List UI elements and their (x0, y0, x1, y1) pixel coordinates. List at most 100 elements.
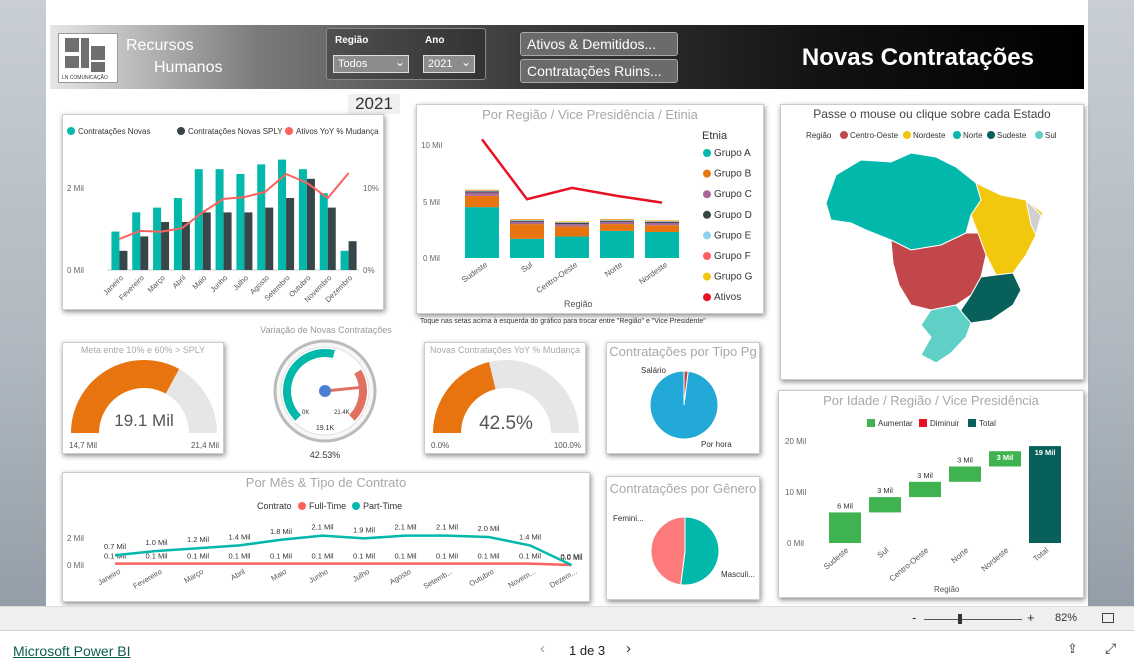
bar-segment-grupo-e[interactable] (465, 190, 499, 192)
bar-contratacoes-novas[interactable] (340, 250, 349, 270)
pie-slice-por-hora[interactable] (649, 370, 719, 440)
bar-segment-grupo-e[interactable] (555, 222, 589, 223)
bar-segment-grupo-d[interactable] (600, 220, 634, 222)
bar-contratacoes-sply[interactable] (202, 212, 211, 270)
bar-segment-grupo-d[interactable] (510, 220, 544, 222)
bar-segment-grupo-d[interactable] (465, 191, 499, 193)
bar-segment-grupo-a[interactable] (465, 207, 499, 258)
bar-contratacoes-sply[interactable] (161, 222, 170, 270)
bar-contratacoes-novas[interactable] (215, 169, 224, 270)
zoom-in-button[interactable]: + (1027, 610, 1035, 625)
region-norte[interactable] (825, 152, 982, 251)
dial-gauge[interactable]: 0K 21.4K 19.1K 42.53% (272, 338, 378, 464)
region-sul[interactable] (920, 304, 972, 364)
bar-segment-grupo-c[interactable] (600, 221, 634, 225)
bar-segment-grupo-a[interactable] (510, 238, 544, 258)
ativos-demitidos-button[interactable]: Ativos & Demitidos... (520, 32, 678, 56)
bar-segment-grupo-c[interactable] (510, 221, 544, 225)
contratacoes-ruins-button[interactable]: Contratações Ruins... (520, 59, 678, 83)
bar-contratacoes-novas[interactable] (173, 198, 182, 270)
bar-contratacoes-sply[interactable] (348, 241, 357, 270)
waterfall-increase-bar[interactable] (869, 497, 901, 513)
pie-genero[interactable]: Contratações por Gênero Femini... Mascul… (606, 476, 760, 600)
bar-segment-grupo-g[interactable] (600, 219, 634, 220)
x-tick-label: Julho (351, 567, 371, 584)
zoom-slider[interactable] (924, 619, 1022, 620)
waterfall-increase-bar[interactable] (949, 466, 981, 482)
month-contract-line-chart[interactable]: Por Mês & Tipo de Contrato Contrato Full… (62, 472, 590, 602)
bar-segment-grupo-e[interactable] (645, 221, 679, 222)
bar-segment-grupo-e[interactable] (510, 220, 544, 221)
bar-segment-grupo-f[interactable] (645, 220, 679, 222)
bar-contratacoes-sply[interactable] (223, 212, 232, 270)
bar-segment-grupo-c[interactable] (555, 224, 589, 227)
bar-segment-grupo-b[interactable] (600, 224, 634, 231)
bar-segment-grupo-c[interactable] (645, 222, 679, 226)
bar-segment-grupo-g[interactable] (465, 189, 499, 191)
pie-tipo-pg[interactable]: Contratações por Tipo Pg Salário Por hor… (606, 342, 760, 454)
meta-gauge-card[interactable]: Meta entre 10% e 60% > SPLY 19.1 Mil 14,… (62, 342, 224, 454)
bar-segment-grupo-f[interactable] (555, 221, 589, 223)
bar-segment-grupo-g[interactable] (555, 221, 589, 222)
bar-segment-grupo-b[interactable] (555, 226, 589, 237)
bar-contratacoes-novas[interactable] (111, 231, 120, 270)
brazil-map[interactable]: Passe o mouse ou clique sobre cada Estad… (780, 104, 1084, 380)
next-page-icon[interactable]: › (626, 640, 631, 657)
waterfall-total-bar[interactable] (1029, 446, 1061, 543)
bar-contratacoes-novas[interactable] (153, 207, 162, 270)
bar-contratacoes-sply[interactable] (181, 222, 190, 270)
bar-contratacoes-sply[interactable] (327, 207, 336, 270)
meta-gauge-min: 14,7 Mil (69, 441, 97, 450)
yoy-gauge-min: 0.0% (431, 441, 449, 450)
bar-segment-grupo-f[interactable] (465, 190, 499, 191)
bar-segment-grupo-b[interactable] (465, 195, 499, 208)
bar-segment-grupo-a[interactable] (645, 232, 679, 258)
bar-contratacoes-sply[interactable] (140, 236, 149, 270)
bar-segment-grupo-c[interactable] (465, 192, 499, 196)
line-part-time[interactable] (114, 534, 573, 567)
bar-segment-grupo-g[interactable] (510, 219, 544, 220)
region-stacked-chart[interactable]: Por Região / Vice Presidência / Etinia 1… (416, 104, 764, 314)
regiao-slicer-dropdown[interactable]: Todos ⌄ (333, 55, 409, 73)
waterfall-increase-bar[interactable] (829, 512, 861, 543)
bar-segment-grupo-a[interactable] (555, 236, 589, 258)
waterfall-chart[interactable]: Por Idade / Região / Vice Presidência Au… (778, 390, 1084, 598)
bar-contratacoes-novas[interactable] (257, 164, 266, 270)
bar-contratacoes-novas[interactable] (194, 169, 203, 270)
share-icon[interactable]: ⇪ (1067, 641, 1078, 657)
bar-segment-grupo-d[interactable] (555, 222, 589, 225)
ano-slicer-label: Ano (425, 35, 445, 46)
powerbi-link[interactable]: Microsoft Power BI (13, 643, 130, 659)
bar-contratacoes-sply[interactable] (286, 198, 295, 270)
bar-contratacoes-sply[interactable] (265, 207, 274, 270)
bar-segment-grupo-d[interactable] (645, 221, 679, 223)
yoy-gauge-card[interactable]: Novas Contratações YoY % Mudança 42.5% 0… (424, 342, 586, 454)
bar-segment-grupo-e[interactable] (600, 220, 634, 221)
zoom-out-button[interactable]: - (912, 610, 916, 625)
bar-contratacoes-novas[interactable] (132, 212, 141, 270)
bar-segment-grupo-a[interactable] (600, 230, 634, 258)
bar-contratacoes-novas[interactable] (236, 174, 245, 270)
bar-segment-grupo-g[interactable] (645, 220, 679, 221)
pie-slice-feminino[interactable] (650, 516, 686, 586)
ano-slicer-dropdown[interactable]: 2021 ⌄ (423, 55, 475, 73)
monthly-combo-chart[interactable]: Contratações Novas Contratações Novas SP… (62, 114, 384, 310)
bar-contratacoes-sply[interactable] (306, 178, 315, 270)
bar-contratacoes-sply[interactable] (119, 250, 128, 270)
zoom-slider-thumb[interactable] (958, 614, 962, 624)
fullscreen-icon[interactable]: ⤢ (1105, 640, 1116, 657)
bar-contratacoes-novas[interactable] (319, 193, 328, 270)
fit-page-icon[interactable] (1102, 613, 1114, 623)
pie-slice-masculino[interactable] (680, 516, 720, 586)
bar-segment-grupo-b[interactable] (645, 225, 679, 233)
bar-contratacoes-novas[interactable] (298, 169, 307, 270)
bar-segment-grupo-b[interactable] (510, 224, 544, 239)
bar-segment-grupo-f[interactable] (510, 219, 544, 221)
full-time-data-label: 0.1 Mil (394, 552, 416, 561)
waterfall-increase-bar[interactable] (909, 481, 941, 498)
bar-segment-grupo-f[interactable] (600, 219, 634, 221)
bar-contratacoes-sply[interactable] (244, 212, 253, 270)
prev-page-icon[interactable]: ‹ (540, 640, 545, 657)
line-full-time[interactable] (115, 562, 572, 567)
line-ativos[interactable] (481, 138, 663, 204)
